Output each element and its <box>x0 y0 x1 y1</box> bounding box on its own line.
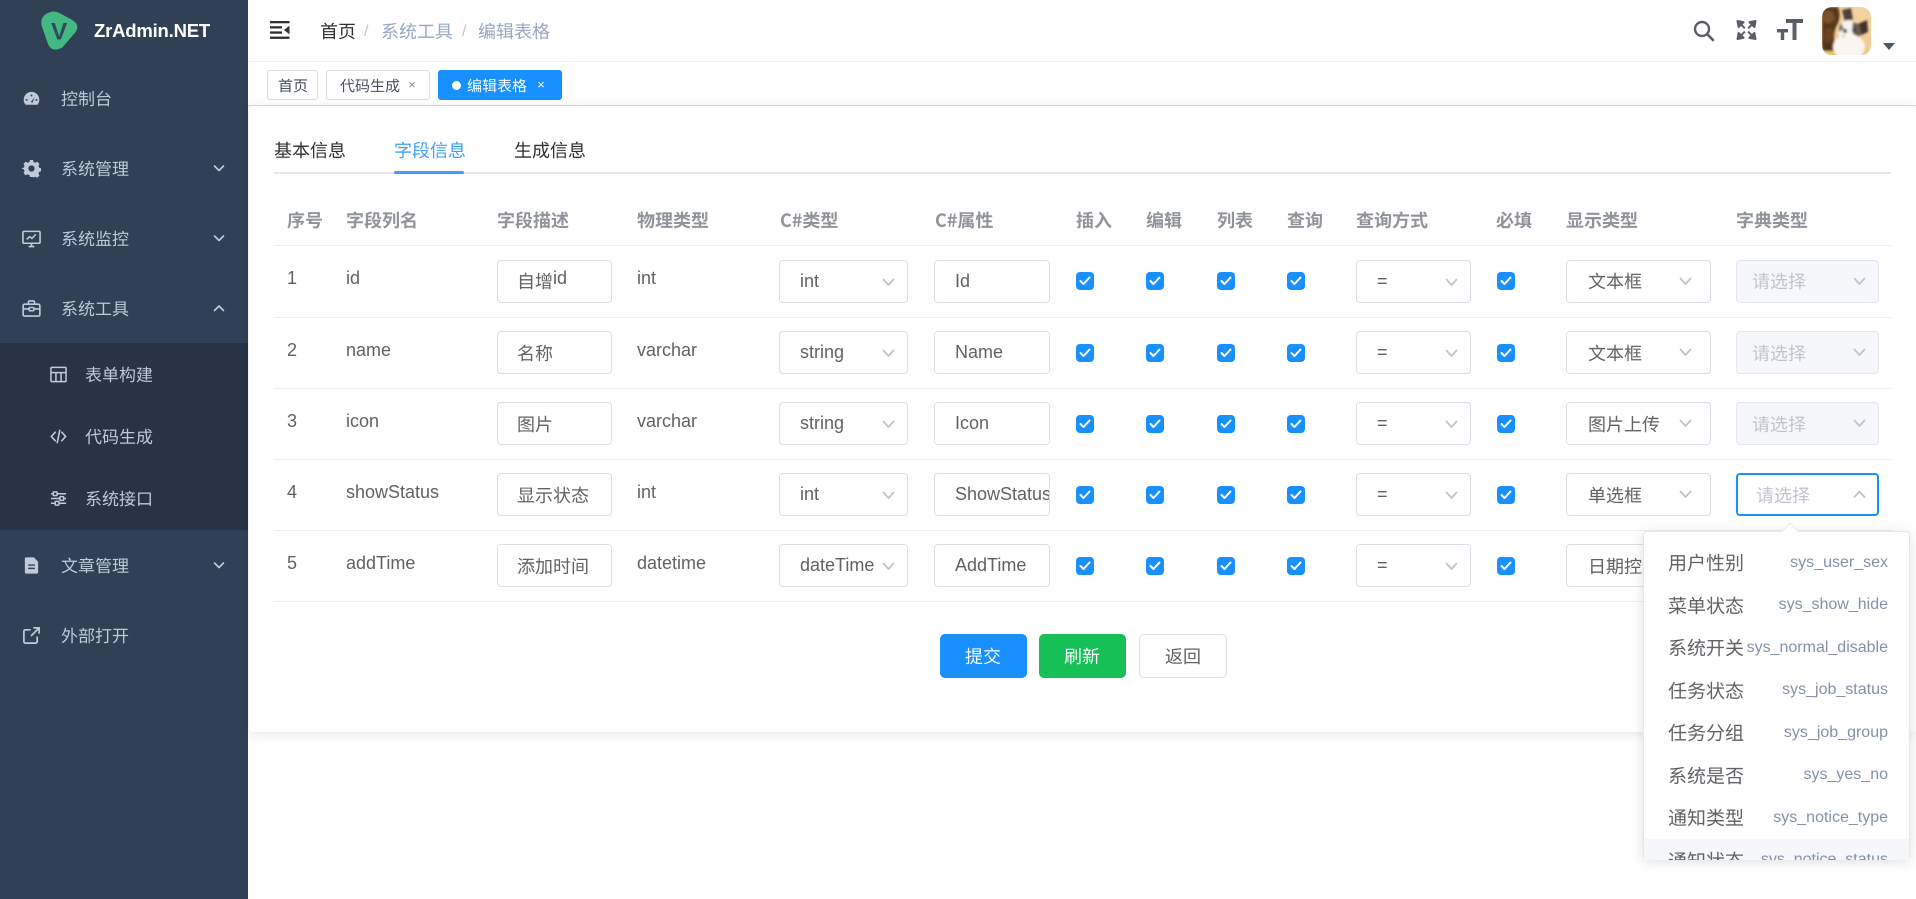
svg-text:V: V <box>51 18 68 45</box>
